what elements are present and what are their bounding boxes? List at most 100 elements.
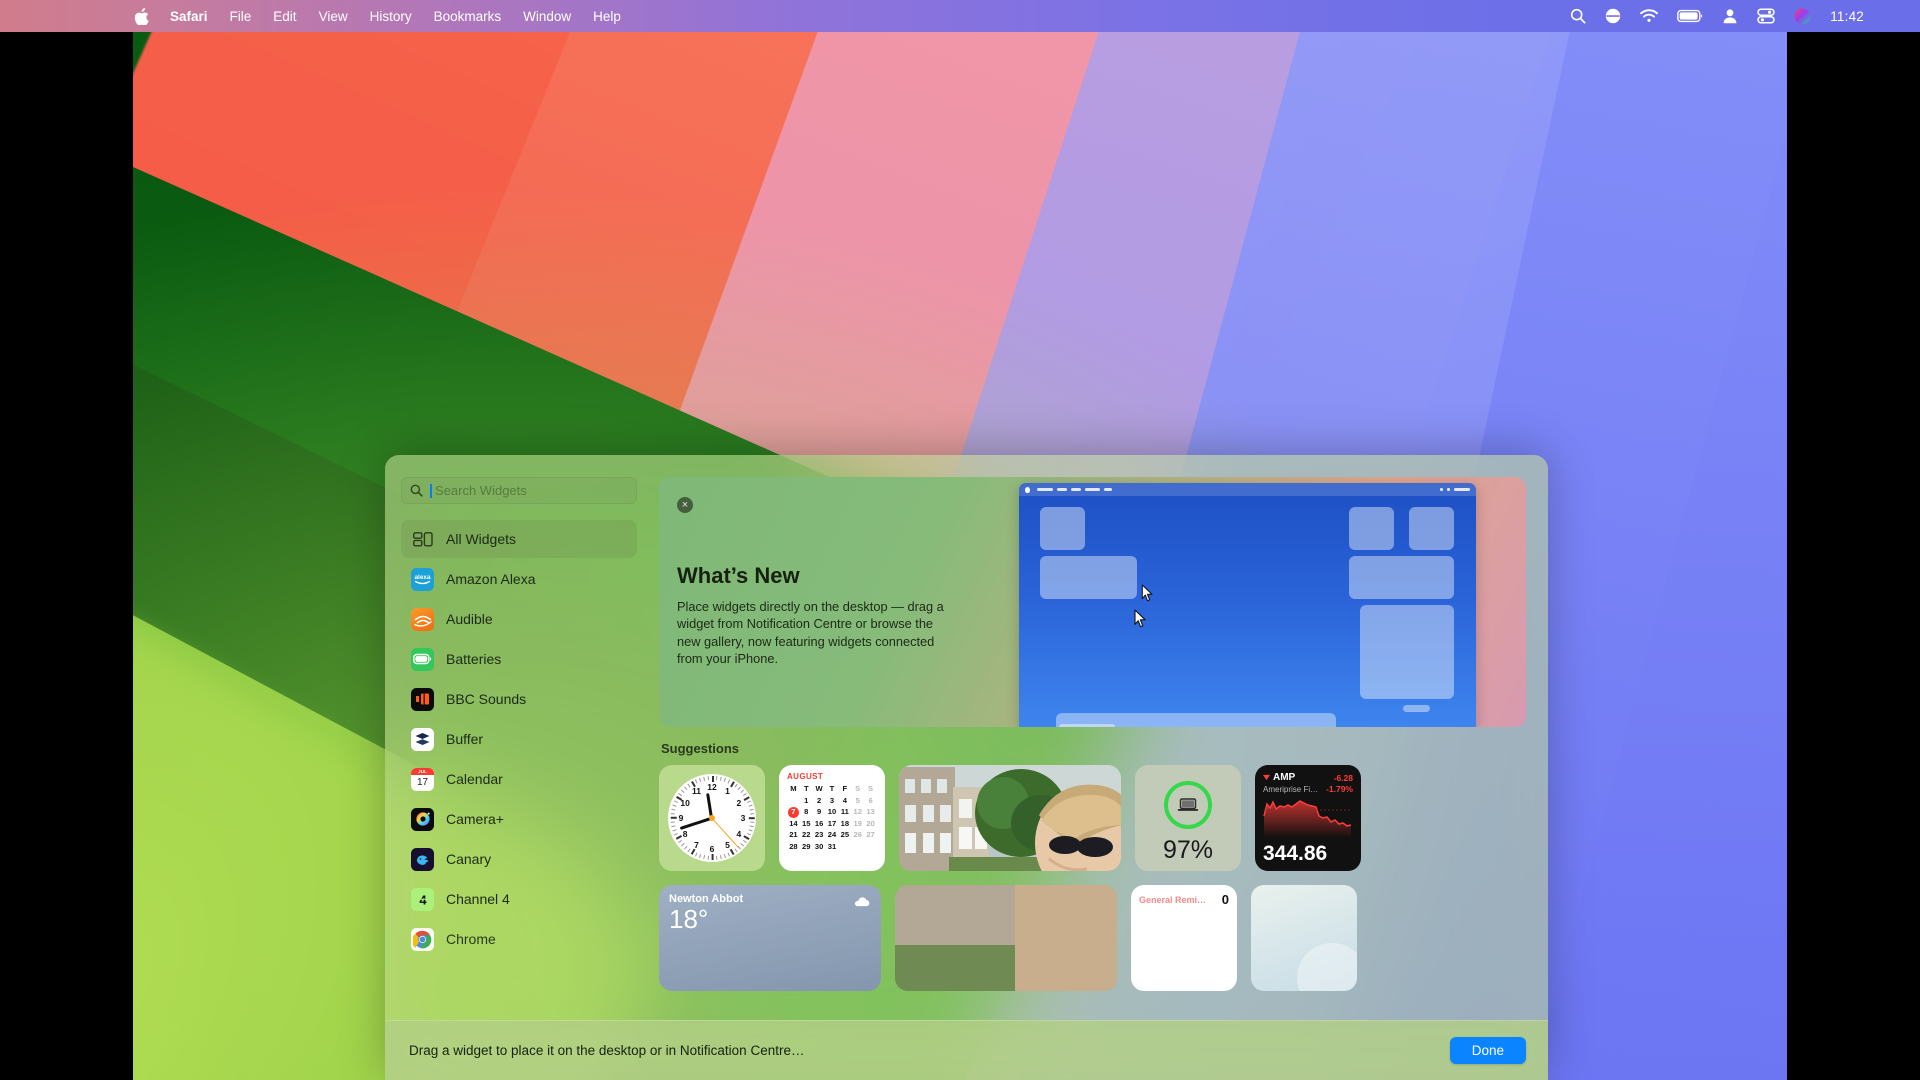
calendar-day-cell[interactable]: 21 bbox=[787, 830, 800, 841]
calendar-day-cell[interactable]: 4 bbox=[838, 796, 851, 807]
apple-logo-icon[interactable] bbox=[133, 7, 149, 25]
weather-temperature: 18° bbox=[669, 904, 871, 935]
battery-ring bbox=[1164, 781, 1212, 829]
calendar-day-cell[interactable]: 22 bbox=[800, 830, 813, 841]
clock-tick bbox=[708, 856, 709, 860]
calendar-day-cell[interactable]: 6 bbox=[864, 796, 877, 807]
calendar-day-cell[interactable]: 1 bbox=[800, 796, 813, 807]
calendar-day-cell[interactable]: 13 bbox=[864, 807, 877, 818]
search-icon[interactable] bbox=[1570, 8, 1586, 24]
clock-tick bbox=[684, 846, 687, 850]
menu-item-edit[interactable]: Edit bbox=[262, 7, 307, 26]
sidebar-item-channel-4[interactable]: 4 Channel 4 bbox=[401, 880, 637, 918]
clock-numeral: 9 bbox=[675, 813, 687, 823]
user-account-icon[interactable] bbox=[1722, 8, 1738, 24]
control-centre-icon[interactable] bbox=[1757, 8, 1775, 24]
calendar-day-cell[interactable]: 23 bbox=[813, 830, 826, 841]
stocks-widget[interactable]: AMP -6.28 Ameriprise Fi… -1.79% 34 bbox=[1255, 765, 1361, 871]
calendar-day-cell[interactable]: 18 bbox=[838, 819, 851, 830]
all-widgets-icon bbox=[411, 528, 434, 551]
calendar-day-cell[interactable]: 5 bbox=[851, 796, 864, 807]
sidebar-item-batteries[interactable]: Batteries bbox=[401, 640, 637, 678]
calendar-day-cell[interactable]: 12 bbox=[851, 807, 864, 818]
sidebar-item-label: Channel 4 bbox=[446, 891, 510, 907]
svg-text:alexa: alexa bbox=[415, 574, 431, 581]
mini-menu-pill bbox=[1085, 488, 1100, 491]
menu-item-safari[interactable]: Safari bbox=[159, 7, 219, 26]
drag-hint-text: Drag a widget to place it on the desktop… bbox=[409, 1043, 804, 1058]
blank-widget[interactable] bbox=[1251, 885, 1357, 991]
whats-new-banner: × What’s New Place widgets directly on t… bbox=[659, 477, 1526, 727]
calendar-widget[interactable]: AUGUST MTWTFSS12345678910111213141516171… bbox=[779, 765, 885, 871]
mini-status-dot bbox=[1440, 488, 1443, 491]
mini-desktop-illustration bbox=[1019, 483, 1476, 727]
calendar-day-cell[interactable]: 29 bbox=[800, 842, 813, 853]
calendar-day-cell[interactable]: 10 bbox=[826, 807, 839, 818]
calendar-day-cell[interactable]: 8 bbox=[800, 807, 813, 818]
batteries-widget[interactable]: 97% bbox=[1135, 765, 1241, 871]
sidebar-item-chrome[interactable]: Chrome bbox=[401, 920, 637, 958]
sidebar-item-audible[interactable]: Audible bbox=[401, 600, 637, 638]
calendar-day-cell[interactable]: 19 bbox=[851, 819, 864, 830]
calendar-day-cell[interactable]: 20 bbox=[864, 819, 877, 830]
battery-icon[interactable] bbox=[1677, 9, 1703, 23]
calendar-day-cell[interactable]: 15 bbox=[800, 819, 813, 830]
menu-item-view[interactable]: View bbox=[308, 7, 359, 26]
calendar-day-cell[interactable]: 28 bbox=[787, 842, 800, 853]
clock-numeral: 4 bbox=[733, 829, 745, 839]
clock-tick bbox=[695, 779, 698, 783]
calendar-day-cell[interactable]: 25 bbox=[838, 830, 851, 841]
clock-tick bbox=[747, 833, 751, 836]
do-not-disturb-icon[interactable] bbox=[1605, 8, 1621, 24]
calendar-month-label: AUGUST bbox=[787, 772, 877, 781]
calendar-day-cell[interactable]: 26 bbox=[851, 830, 864, 841]
sidebar-item-buffer[interactable]: Buffer bbox=[401, 720, 637, 758]
photos-widget-2[interactable] bbox=[895, 885, 1117, 991]
clock-numeral: 12 bbox=[706, 782, 718, 792]
whats-new-text-area: × What’s New Place widgets directly on t… bbox=[659, 477, 969, 727]
calendar-day-cell[interactable]: 24 bbox=[826, 830, 839, 841]
sidebar-item-label: Amazon Alexa bbox=[446, 571, 536, 587]
photo-image bbox=[899, 765, 1121, 871]
calendar-day-cell[interactable]: 16 bbox=[813, 819, 826, 830]
calendar-day-cell[interactable]: 11 bbox=[838, 807, 851, 818]
sidebar-item-calendar[interactable]: JUL 17 Calendar bbox=[401, 760, 637, 798]
calendar-day-cell[interactable]: 2 bbox=[813, 796, 826, 807]
sidebar-item-bbc-sounds[interactable]: BBC Sounds bbox=[401, 680, 637, 718]
menu-item-history[interactable]: History bbox=[359, 7, 423, 26]
sidebar-item-canary[interactable]: Canary bbox=[401, 840, 637, 878]
menu-item-help[interactable]: Help bbox=[582, 7, 632, 26]
clock-numeral: 10 bbox=[679, 798, 691, 808]
clock-tick bbox=[740, 790, 744, 793]
siri-icon[interactable] bbox=[1794, 8, 1811, 25]
done-button[interactable]: Done bbox=[1450, 1037, 1526, 1064]
weather-widget[interactable]: Newton Abbot 18° bbox=[659, 885, 881, 991]
text-caret bbox=[430, 484, 432, 498]
sidebar-item-amazon-alexa[interactable]: alexa Amazon Alexa bbox=[401, 560, 637, 598]
reminders-widget[interactable]: General Remi… 0 bbox=[1131, 885, 1237, 991]
calendar-day-cell[interactable]: 14 bbox=[787, 819, 800, 830]
close-icon[interactable]: × bbox=[677, 497, 693, 513]
wifi-icon[interactable] bbox=[1640, 9, 1658, 23]
menu-item-file[interactable]: File bbox=[219, 7, 263, 26]
calendar-day-cell[interactable]: 31 bbox=[826, 842, 839, 853]
photos-widget[interactable] bbox=[899, 765, 1121, 871]
calendar-day-cell[interactable]: 30 bbox=[813, 842, 826, 853]
mouse-cursor-icon bbox=[1134, 609, 1147, 628]
calendar-day-cell[interactable]: 27 bbox=[864, 830, 877, 841]
menu-item-bookmarks[interactable]: Bookmarks bbox=[423, 7, 513, 26]
calendar-day-cell[interactable]: 3 bbox=[826, 796, 839, 807]
calendar-day-cell[interactable]: 9 bbox=[813, 807, 826, 818]
menu-item-window[interactable]: Window bbox=[512, 7, 582, 26]
calendar-day-cell[interactable]: 7 bbox=[787, 807, 800, 818]
menu-bar-clock[interactable]: 11:42 bbox=[1830, 9, 1864, 24]
sidebar-item-label: Canary bbox=[446, 851, 491, 867]
sidebar-item-all-widgets[interactable]: All Widgets bbox=[401, 520, 637, 558]
calendar-weekday-header: S bbox=[851, 784, 864, 795]
clock-tick bbox=[672, 805, 676, 807]
calendar-day-cell[interactable]: 17 bbox=[826, 819, 839, 830]
sidebar-item-camera-plus[interactable]: Camera+ bbox=[401, 800, 637, 838]
clock-tick bbox=[703, 777, 705, 781]
clock-widget[interactable]: 121234567891011 bbox=[659, 765, 765, 871]
search-widgets-input[interactable]: Search Widgets bbox=[401, 477, 637, 504]
